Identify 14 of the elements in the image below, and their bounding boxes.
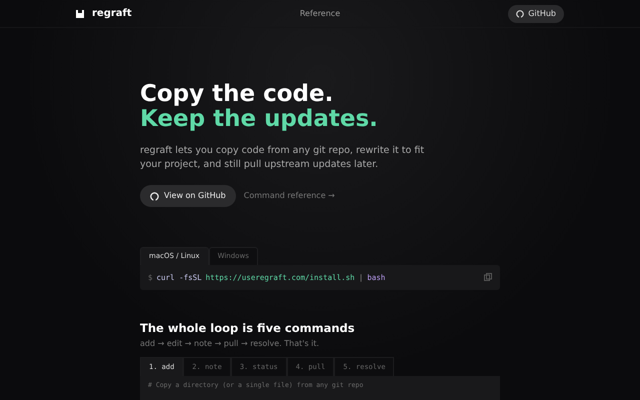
github-icon (150, 192, 159, 200)
hero-description: regraft lets you copy code from any git repo, rewrite it to fit your project, and still pull upstream updates later. (140, 144, 426, 172)
github-button[interactable]: View on GitHub (140, 185, 236, 207)
logo-icon (76, 10, 84, 18)
command-reference-link[interactable]: Command reference → (244, 190, 335, 202)
brand-name[interactable]: regraft (92, 6, 132, 21)
reference-link[interactable]: Reference (300, 8, 340, 20)
github-button[interactable]: GitHub (508, 4, 564, 22)
section-subtitle: add → edit → note → pull → resolve. That's it. (140, 338, 320, 350)
copy-icon[interactable] (484, 273, 492, 282)
section-title: The whole loop is five commands (140, 322, 356, 336)
hero-subtitle: Keep the updates. (140, 107, 379, 132)
hero-title: Copy the code. (140, 82, 334, 107)
github-icon (516, 10, 524, 18)
